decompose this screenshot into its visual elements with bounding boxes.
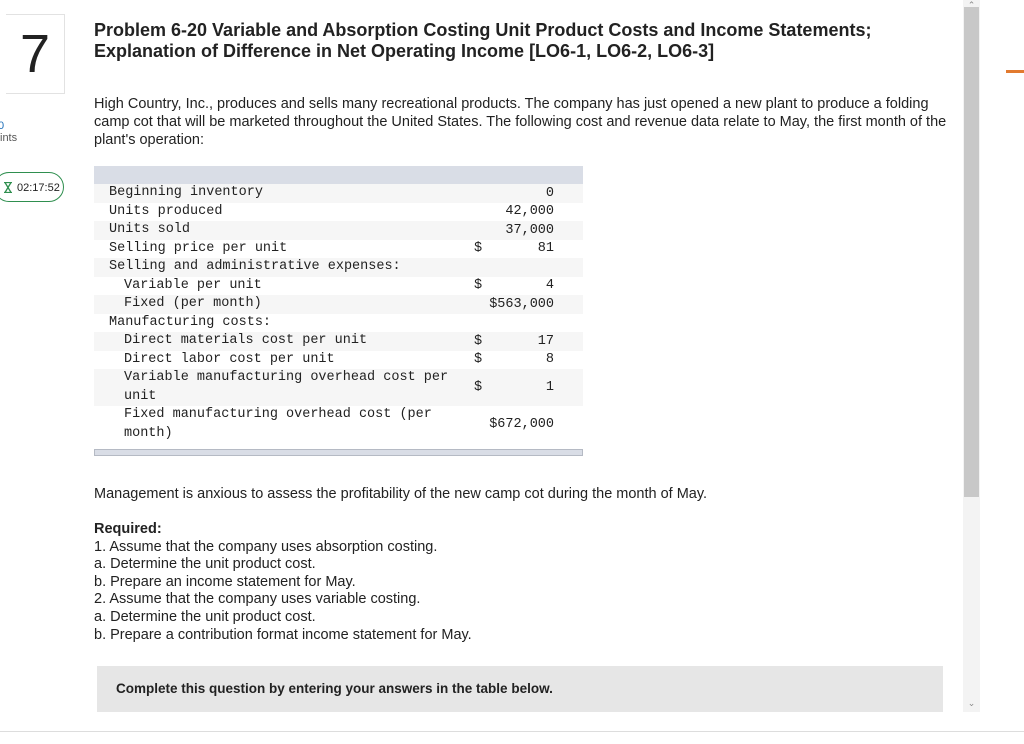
row-amount: 1 <box>545 380 554 395</box>
row-label: Selling price per unit <box>109 240 288 256</box>
question-number: 7 <box>6 14 65 94</box>
required-item: 1. Assume that the company uses absorpti… <box>94 538 438 555</box>
table-footer <box>94 449 583 456</box>
table-row: Fixed (per month) $563,000 <box>94 295 583 314</box>
table-header <box>94 166 583 184</box>
table-row: Selling price per unit $81 <box>94 240 583 259</box>
scrollbar-thumb[interactable] <box>964 7 979 497</box>
scroll-down-icon[interactable]: ⌄ <box>963 698 980 708</box>
required-item: 2. Assume that the company uses variable… <box>94 591 421 608</box>
table-row: Variable manufacturing overhead cost per… <box>94 369 583 406</box>
row-currency <box>474 184 494 203</box>
row-amount <box>494 258 564 277</box>
row-label: Direct materials cost per unit <box>124 333 368 348</box>
table-row: Direct materials cost per unit $17 <box>94 332 583 351</box>
row-label: Manufacturing costs: <box>109 314 272 330</box>
table-body: Beginning inventory 0 Units produced 42,000… <box>94 184 583 443</box>
row-label: Fixed (per month) <box>124 296 262 311</box>
row-label: Units produced <box>109 203 223 219</box>
row-currency: $ <box>474 333 483 349</box>
row-currency: $ <box>474 278 483 294</box>
row-label: Direct labor cost per unit <box>124 351 335 367</box>
table-row: Units produced 42,000 <box>94 203 583 222</box>
row-label: Variable manufacturing overhead cost per… <box>124 370 449 404</box>
table-row: Fixed manufacturing overhead cost (per m… <box>94 406 583 443</box>
instruction-banner: Complete this question by entering your … <box>97 666 943 712</box>
row-currency <box>474 203 494 222</box>
row-amount: $672,000 <box>489 417 554 432</box>
table-row: Manufacturing costs: <box>94 314 583 333</box>
required-item: a. Determine the unit product cost. <box>94 556 316 573</box>
row-label: Beginning inventory <box>109 185 263 200</box>
row-label: Fixed manufacturing overhead cost (per m… <box>124 407 432 441</box>
table-row: Units sold 37,000 <box>94 221 583 240</box>
row-label: Variable per unit <box>124 277 262 293</box>
row-currency: $ <box>474 352 483 368</box>
cost-data-table: Beginning inventory 0 Units produced 42,000… <box>94 166 583 456</box>
row-currency <box>474 314 494 333</box>
required-item: b. Prepare a contribution format income … <box>94 626 472 643</box>
row-amount <box>494 314 564 333</box>
table-row: Variable per unit $4 <box>94 277 583 296</box>
row-currency <box>474 258 494 277</box>
points-value: 0 <box>0 120 5 132</box>
required-item: a. Determine the unit product cost. <box>94 608 316 625</box>
points-indicator: 0 ints <box>0 120 18 145</box>
timer: 02:17:52 <box>0 172 64 202</box>
hourglass-icon <box>4 182 12 193</box>
row-amount: 0 <box>545 185 554 201</box>
management-text: Management is anxious to assess the prof… <box>94 486 708 502</box>
problem-title: Problem 6-20 Variable and Absorption Cos… <box>94 20 872 61</box>
row-amount: 81 <box>537 241 554 257</box>
accent-marker <box>1006 70 1024 73</box>
table-row: Beginning inventory 0 <box>94 184 583 203</box>
row-label: Units sold <box>109 222 191 237</box>
required-section: Required: 1. Assume that the company use… <box>94 521 472 644</box>
required-item: b. Prepare an income statement for May. <box>94 573 356 590</box>
table-row: Direct labor cost per unit $8 <box>94 351 583 370</box>
row-amount: 4 <box>545 278 554 294</box>
question-sidebar: 7 0 ints 02:17:52 <box>0 0 68 743</box>
points-label: ints <box>0 132 18 144</box>
bottom-panel-edge <box>0 731 1024 744</box>
row-amount: $563,000 <box>489 296 554 312</box>
row-label: Selling and administrative expenses: <box>109 259 401 274</box>
table-row: Selling and administrative expenses: <box>94 258 583 277</box>
timer-value: 02:17:52 <box>17 182 60 194</box>
problem-intro: High Country, Inc., produces and sells m… <box>94 96 947 148</box>
row-amount: 8 <box>545 352 554 368</box>
row-currency: $ <box>474 380 483 395</box>
scroll-up-icon[interactable]: ⌃ <box>963 0 980 10</box>
row-amount: 37,000 <box>505 222 554 238</box>
row-amount: 17 <box>537 333 554 349</box>
row-currency: $ <box>474 241 483 257</box>
required-heading: Required: <box>94 521 162 537</box>
row-currency <box>474 221 494 240</box>
row-amount: 42,000 <box>505 204 554 220</box>
